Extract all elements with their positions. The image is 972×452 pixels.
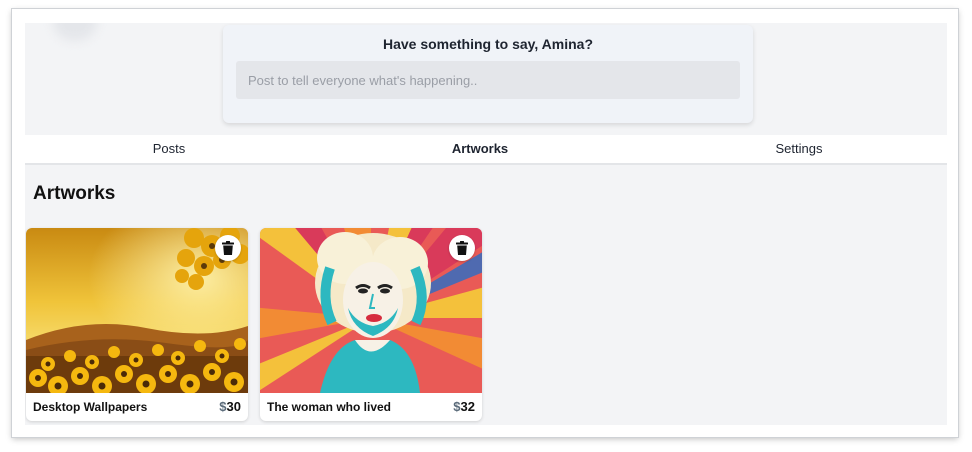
currency-symbol: $	[219, 399, 227, 414]
post-input[interactable]	[236, 61, 740, 99]
tab-posts[interactable]: Posts	[89, 135, 249, 163]
section-title: Artworks	[33, 183, 116, 204]
price-value: 30	[226, 399, 241, 414]
artwork-card[interactable]: The woman who lived $32	[260, 228, 482, 421]
artwork-card[interactable]: Desktop Wallpapers $30	[26, 228, 248, 421]
trash-icon	[222, 241, 234, 255]
profile-page: Have something to say, Amina? Posts Artw…	[25, 23, 947, 425]
artwork-title: The woman who lived	[267, 400, 392, 414]
artwork-image-sunflowers[interactable]	[26, 228, 248, 393]
tab-artworks[interactable]: Artworks	[400, 135, 560, 163]
price-value: 32	[460, 399, 475, 414]
profile-tabs: Posts Artworks Settings	[25, 135, 947, 165]
post-composer: Have something to say, Amina?	[223, 25, 753, 123]
artwork-price: $32	[453, 399, 475, 414]
currency-symbol: $	[453, 399, 461, 414]
trash-icon	[456, 241, 468, 255]
artwork-title: Desktop Wallpapers	[33, 400, 148, 414]
composer-title: Have something to say, Amina?	[382, 36, 594, 52]
tab-settings[interactable]: Settings	[719, 135, 879, 163]
avatar	[53, 23, 97, 41]
artwork-price: $30	[219, 399, 241, 414]
delete-button[interactable]	[449, 235, 475, 261]
artwork-image-pop-art-woman[interactable]	[260, 228, 482, 393]
delete-button[interactable]	[215, 235, 241, 261]
